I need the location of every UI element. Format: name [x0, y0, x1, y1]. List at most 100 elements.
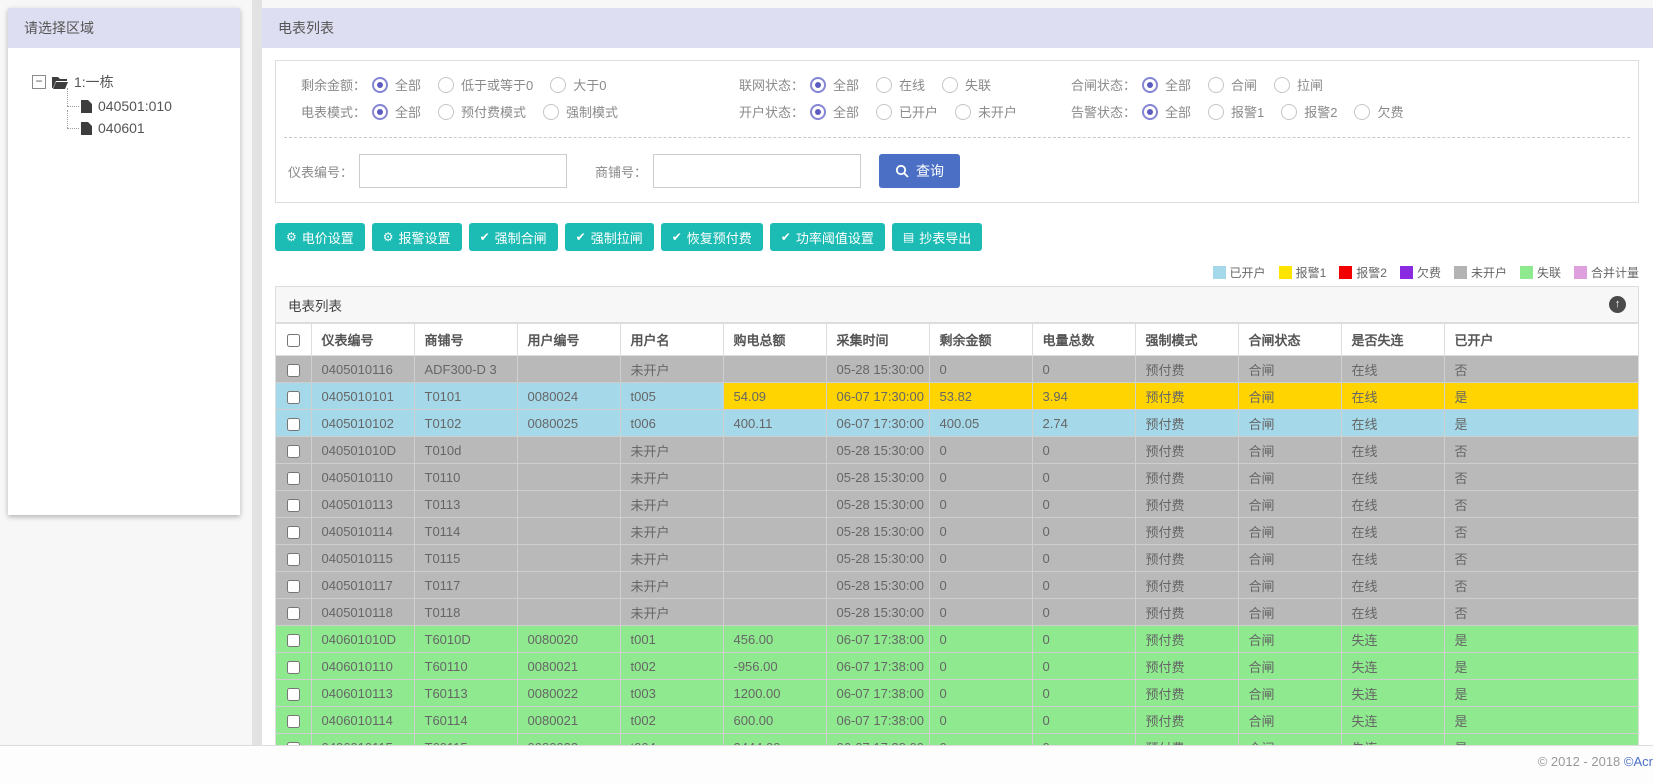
table-cell: 预付费: [1134, 733, 1239, 745]
table-row: 0405010113 T0113 未开户 05-28 15:30:00 0 0 预付费 合闸在…: [276, 490, 1638, 518]
row-checkbox[interactable]: [286, 579, 300, 593]
tree-node[interactable]: 040601: [65, 110, 240, 136]
radio-option[interactable]: 全部: [372, 75, 421, 94]
table-cell: 05-28 15:30:00: [825, 517, 930, 545]
toolbar-button[interactable]: ✔ 恢复预付费: [660, 223, 763, 251]
tree-node[interactable]: 040501:010: [65, 88, 240, 114]
row-checkbox[interactable]: [286, 660, 300, 674]
radio-option[interactable]: 报警1: [1208, 102, 1264, 121]
row-checkbox[interactable]: [286, 606, 300, 620]
radio-option[interactable]: 失联: [942, 75, 991, 94]
row-checkbox[interactable]: [286, 687, 300, 701]
row-checkbox[interactable]: [286, 471, 300, 485]
shop-no-input[interactable]: [653, 154, 862, 188]
radio-option[interactable]: 拉闸: [1274, 75, 1323, 94]
meter-table-panel: 电表列表 ↑ 仪表编号 商铺号 用户编号 用户名 购电总额 采集时间 剩余金额 电量总数 强制模…: [275, 286, 1639, 745]
radio-option[interactable]: 在线: [876, 75, 925, 94]
radio-icon[interactable]: [372, 76, 388, 93]
meter-no-input[interactable]: [359, 154, 568, 188]
radio-icon[interactable]: [1142, 103, 1158, 120]
radio-option[interactable]: 报警2: [1281, 102, 1337, 121]
query-button[interactable]: 查询: [879, 154, 961, 188]
toolbar-button-label: 功率阈值设置: [795, 230, 874, 246]
radio-option-label: 全部: [395, 105, 422, 120]
row-checkbox[interactable]: [286, 498, 300, 512]
row-checkbox[interactable]: [286, 390, 300, 404]
table-cell: T0115: [413, 544, 518, 572]
table-cell: 在线: [1340, 382, 1445, 410]
copyright-link[interactable]: ©Acr: [1624, 754, 1653, 769]
radio-icon[interactable]: [1208, 76, 1225, 93]
radio-option[interactable]: 强制模式: [543, 102, 618, 121]
radio-option[interactable]: 全部: [372, 102, 421, 121]
radio-icon[interactable]: [438, 103, 455, 120]
row-checkbox[interactable]: [286, 525, 300, 539]
radio-icon[interactable]: [876, 103, 893, 120]
radio-icon[interactable]: [810, 103, 826, 120]
row-checkbox[interactable]: [286, 417, 300, 431]
radio-icon[interactable]: [438, 76, 455, 93]
toolbar-button[interactable]: ✔ 功率阈值设置: [769, 223, 885, 251]
radio-option-label: 在线: [899, 78, 926, 93]
radio-option[interactable]: 未开户: [955, 102, 1017, 121]
toolbar-button[interactable]: ✔ 强制拉闸: [564, 223, 654, 251]
table-cell: t004: [619, 733, 724, 745]
table-cell: [722, 517, 827, 545]
tree-root-node[interactable]: − 1:一栋: [32, 72, 240, 92]
row-checkbox[interactable]: [286, 363, 300, 377]
radio-option[interactable]: 已开户: [876, 102, 938, 121]
radio-option[interactable]: 全部: [1142, 102, 1191, 121]
radio-icon[interactable]: [1274, 76, 1291, 93]
toolbar-button[interactable]: ⚙ 电价设置: [275, 223, 365, 251]
table-cell: 0: [928, 436, 1033, 464]
row-checkbox[interactable]: [286, 552, 300, 566]
query-button-label: 查询: [916, 163, 945, 179]
radio-option[interactable]: 大于0: [550, 75, 606, 94]
row-checkbox[interactable]: [286, 444, 300, 458]
radio-option[interactable]: 全部: [810, 102, 859, 121]
radio-icon[interactable]: [1142, 76, 1158, 93]
radio-option[interactable]: 全部: [810, 75, 859, 94]
row-checkbox[interactable]: [286, 714, 300, 728]
toolbar-button[interactable]: ✔ 强制合闸: [468, 223, 558, 251]
radio-option-label: 全部: [395, 78, 422, 93]
radio-icon[interactable]: [1281, 103, 1298, 120]
radio-option[interactable]: 全部: [1142, 75, 1191, 94]
radio-icon[interactable]: [372, 103, 388, 120]
table-cell: [516, 436, 621, 464]
row-checkbox[interactable]: [286, 633, 300, 647]
collapse-up-icon[interactable]: ↑: [1609, 296, 1626, 313]
radio-icon[interactable]: [550, 76, 567, 93]
table-cell: T0102: [413, 409, 518, 437]
radio-icon[interactable]: [876, 76, 893, 93]
row-select-cell: [276, 382, 312, 410]
table-cell: T0114: [413, 517, 518, 545]
radio-option[interactable]: 欠费: [1354, 102, 1404, 121]
toolbar-button[interactable]: ▤ 抄表导出: [891, 223, 983, 251]
table-cell: 合闸: [1237, 706, 1342, 734]
toolbar-button[interactable]: ⚙ 报警设置: [371, 223, 462, 251]
radio-icon[interactable]: [1208, 103, 1225, 120]
table-cell: 53.82: [928, 382, 1033, 410]
table-cell: 0405010102: [310, 409, 415, 437]
main-content: 剩余金额： 全部 低于或等于0 大于0 联网状态： 全部 在线 失联 合闸状态： 全部 合闸 拉闸 电…: [262, 48, 1653, 745]
radio-icon[interactable]: [955, 103, 972, 120]
column-header: 电量总数: [1031, 323, 1136, 356]
radio-icon[interactable]: [543, 103, 560, 120]
row-select-cell: [276, 517, 312, 545]
radio-option[interactable]: 低于或等于0: [438, 75, 533, 94]
radio-option[interactable]: 预付费模式: [438, 102, 526, 121]
page-title: 电表列表: [262, 8, 1653, 48]
table-cell: 未开户: [619, 598, 724, 626]
table-row: 040501010D T010d 未开户 05-28 15:30:00 0 0 预付费 合闸在…: [276, 436, 1638, 464]
table-cell: 在线: [1340, 490, 1445, 518]
table-cell: 预付费: [1134, 517, 1239, 545]
radio-icon[interactable]: [1354, 103, 1371, 120]
table-cell: 05-28 15:30:00: [825, 544, 930, 572]
radio-option[interactable]: 合闸: [1208, 75, 1257, 94]
select-all-checkbox[interactable]: [286, 334, 300, 348]
radio-icon[interactable]: [810, 76, 826, 93]
radio-icon[interactable]: [942, 76, 959, 93]
collapse-minus-icon[interactable]: −: [32, 75, 46, 89]
table-row: 0406010114 T60114 0080021 t002 600.00 06-07 1…: [276, 706, 1638, 734]
